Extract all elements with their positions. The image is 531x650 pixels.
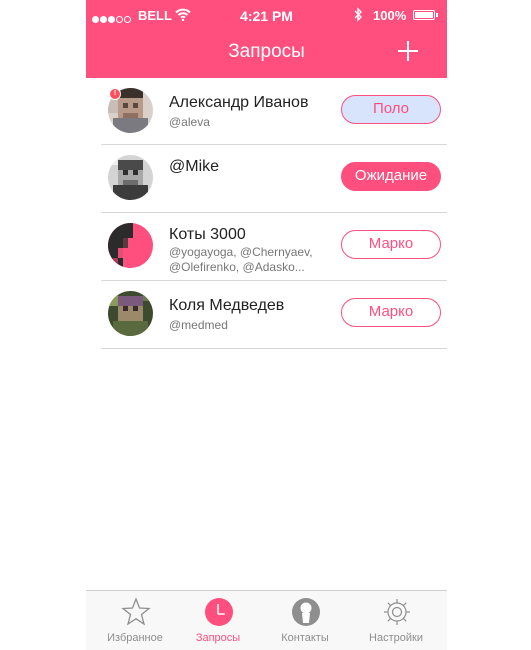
request-name: Коты 3000 — [169, 226, 246, 243]
nav-header: BELL 4:21 PM 100% Запросы — [86, 0, 447, 78]
tab-favorites[interactable]: Избранное — [90, 591, 180, 650]
clock-icon — [205, 598, 233, 626]
marco-button[interactable]: Марко — [341, 298, 441, 327]
bluetooth-icon — [354, 7, 363, 25]
request-handle: @aleva — [169, 115, 210, 129]
avatar — [108, 223, 153, 268]
request-name: Александр Иванов — [169, 94, 309, 111]
star-icon — [121, 597, 151, 626]
gear-icon — [384, 599, 410, 625]
add-button[interactable] — [395, 38, 421, 64]
waiting-button[interactable]: Ожидание — [341, 162, 441, 191]
tab-bar: Избранное Запросы Контакты Настройки — [86, 590, 447, 650]
avatar — [108, 155, 153, 200]
request-list: ! Александр Иванов @aleva Поло @Mike Ожи… — [101, 78, 447, 349]
tab-settings[interactable]: Настройки — [351, 591, 441, 650]
tab-label: Настройки — [369, 632, 423, 644]
avatar — [108, 291, 153, 336]
marco-button[interactable]: Марко — [341, 230, 441, 259]
request-name: Коля Медведев — [169, 297, 285, 314]
request-members: @yogayoga, @Chernyaev, @Olefirenko, @Ada… — [169, 245, 313, 274]
page-title: Запросы — [228, 41, 305, 62]
list-item[interactable]: Коля Медведев @medmed Марко — [101, 281, 447, 349]
phone-screen: BELL 4:21 PM 100% Запросы ! Александр Ив… — [86, 0, 447, 650]
plus-icon — [398, 41, 418, 61]
status-bar: BELL 4:21 PM 100% — [86, 0, 447, 32]
contact-icon — [292, 598, 320, 626]
polo-button[interactable]: Поло — [341, 95, 441, 124]
tab-label: Избранное — [107, 632, 163, 644]
battery-icon — [413, 10, 438, 20]
list-item[interactable]: ! Александр Иванов @aleva Поло — [101, 78, 447, 145]
tab-label: Запросы — [195, 632, 241, 644]
battery-percent: 100% — [373, 8, 407, 23]
tab-contacts[interactable]: Контакты — [260, 591, 350, 650]
list-item[interactable]: @Mike Ожидание — [101, 145, 447, 213]
request-handle: @medmed — [169, 318, 228, 332]
tab-requests[interactable]: Запросы — [173, 591, 263, 650]
tab-label: Контакты — [281, 632, 329, 644]
request-name: @Mike — [169, 158, 220, 175]
list-item[interactable]: Коты 3000 @yogayoga, @Chernyaev, @Olefir… — [101, 213, 447, 281]
notification-badge: ! — [109, 88, 121, 100]
